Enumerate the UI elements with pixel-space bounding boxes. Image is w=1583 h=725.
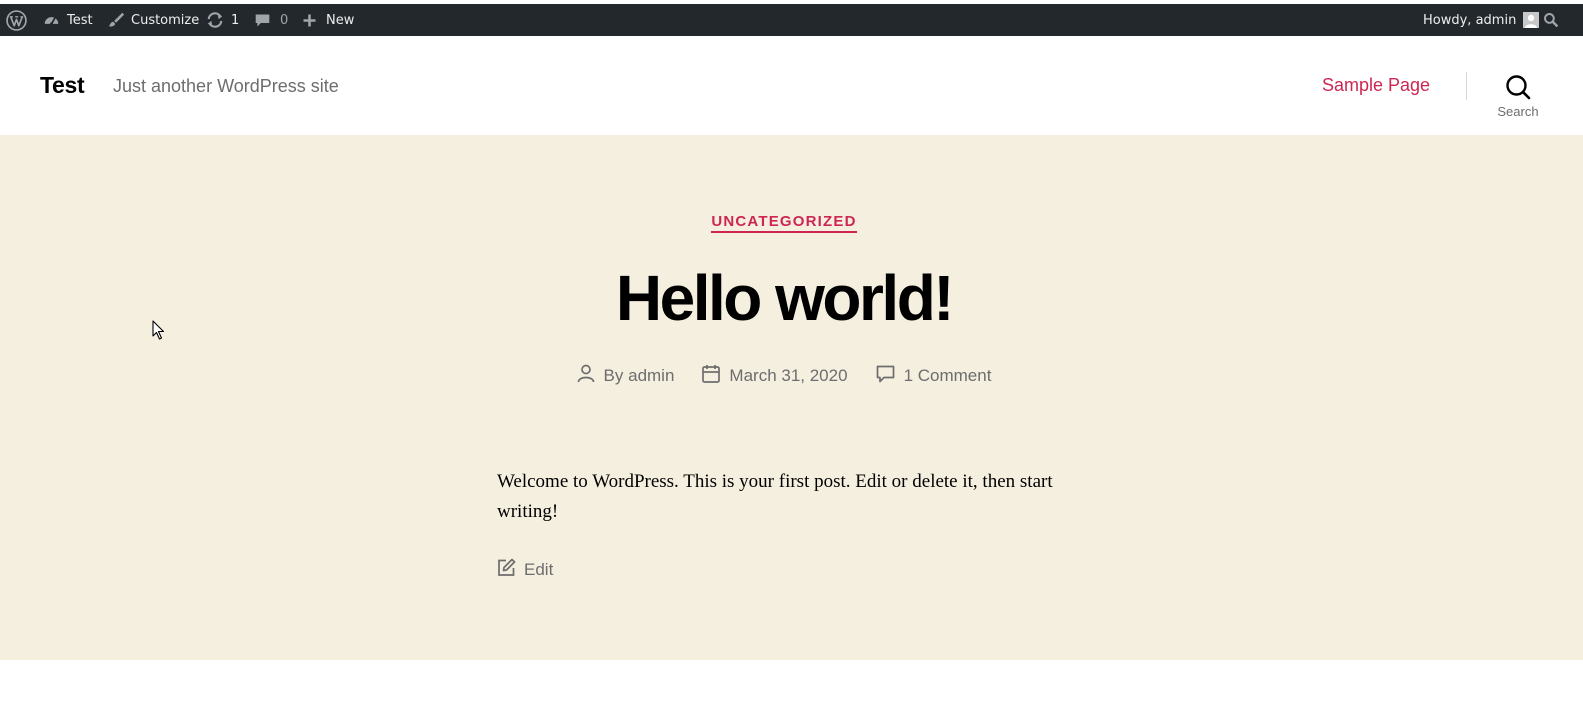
comments-count: 0 [280,12,289,28]
calendar-icon [702,364,729,388]
category-link[interactable]: UNCATEGORIZED [711,213,857,233]
edit-icon [497,558,524,582]
edit-label: Edit [524,560,554,579]
site-name-label: Test [67,12,93,28]
nav-divider [1466,72,1467,100]
brush-icon [107,11,125,29]
mouse-cursor-icon [152,320,166,345]
edit-post-link[interactable]: Edit [497,558,553,582]
search-toggle-button[interactable]: Search [1490,72,1546,122]
wordpress-logo-menu[interactable] [6,4,27,36]
post-date: March 31, 2020 [702,364,848,388]
search-icon [1543,12,1559,28]
nav-item-sample-page[interactable]: Sample Page [1322,75,1430,96]
site-header: Test Just another WordPress site Sample … [0,36,1583,135]
new-label: New [326,12,355,28]
wordpress-logo-icon [6,9,27,31]
dashboard-icon [43,12,60,29]
author-prefix: By [603,366,629,385]
site-description: Just another WordPress site [113,76,339,96]
post-author: By admin [577,364,674,388]
admin-bar: Test Customize 1 0 New Howdy, admin [0,4,1583,36]
comment-icon [254,12,271,29]
comment-icon [876,365,904,388]
post-comments: 1 Comment [876,365,992,388]
post-content: Welcome to WordPress. This is your first… [497,471,1053,522]
customize-menu[interactable]: Customize [107,4,199,36]
customize-label: Customize [131,12,200,28]
user-icon [577,364,604,388]
updates-icon [206,11,224,29]
greeting-label: Howdy, admin [1423,12,1517,28]
post-meta: By admin March 31, 2020 1 Comment [0,364,1568,388]
search-label: Search [1497,104,1539,119]
new-content-menu[interactable]: New [302,4,354,36]
updates-count: 1 [231,12,240,28]
plus-icon [302,13,317,28]
date-link[interactable]: March 31, 2020 [729,366,847,386]
admin-bar-search[interactable] [1543,4,1559,36]
site-title[interactable]: Test [40,72,85,99]
my-account-menu[interactable]: Howdy, admin [1423,4,1540,36]
comments-link[interactable]: 1 Comment [904,366,992,386]
search-icon [1505,74,1531,105]
post-header: UNCATEGORIZED Hello world! By admin Marc… [0,135,1583,660]
avatar [1523,12,1540,28]
author-link[interactable]: admin [628,366,674,386]
post-title: Hello world! [615,262,955,334]
post-category: UNCATEGORIZED [0,213,1568,233]
comments-menu[interactable]: 0 [254,4,288,36]
site-name-menu[interactable]: Test [43,4,93,36]
updates-menu[interactable]: 1 [206,4,239,36]
